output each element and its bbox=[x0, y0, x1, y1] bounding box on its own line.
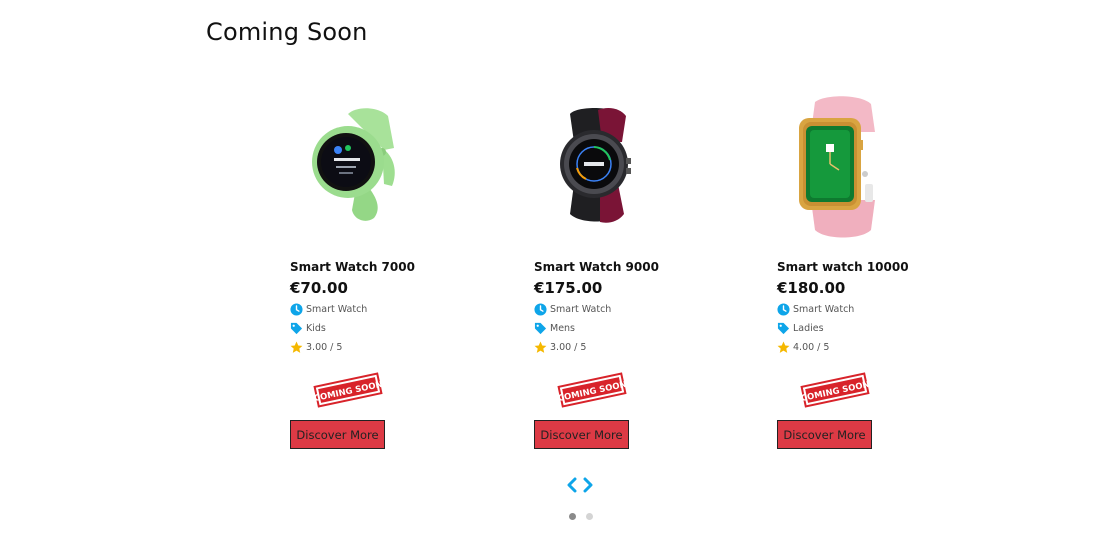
product-category: Smart Watch bbox=[550, 304, 612, 315]
clock-icon bbox=[290, 303, 303, 316]
product-tag[interactable]: Mens bbox=[550, 323, 575, 334]
product-rating: 3.00 / 5 bbox=[306, 342, 343, 353]
tag-icon bbox=[534, 322, 547, 335]
product-image-pink-smartwatch[interactable] bbox=[781, 92, 901, 242]
carousel-dot-2[interactable] bbox=[586, 513, 593, 520]
chevron-right-icon[interactable] bbox=[582, 477, 594, 493]
product-category: Smart Watch bbox=[793, 304, 855, 315]
product-card: Smart Watch 9000 €175.00 Smart Watch Men… bbox=[534, 92, 734, 449]
chevron-left-icon[interactable] bbox=[566, 477, 578, 493]
coming-soon-stamp: COMING SOON bbox=[313, 372, 384, 408]
product-category: Smart Watch bbox=[306, 304, 368, 315]
product-card: Smart Watch 7000 €70.00 Smart Watch Kids… bbox=[290, 92, 490, 449]
product-price: €70.00 bbox=[290, 279, 348, 297]
coming-soon-stamp: COMING SOON bbox=[800, 372, 871, 408]
clock-icon bbox=[777, 303, 790, 316]
star-icon bbox=[290, 341, 303, 353]
product-price: €180.00 bbox=[777, 279, 846, 297]
section-title: Coming Soon bbox=[206, 18, 368, 46]
product-card: Smart watch 10000 €180.00 Smart Watch La… bbox=[777, 92, 977, 449]
coming-soon-stamp: COMING SOON bbox=[557, 372, 628, 408]
product-price: €175.00 bbox=[534, 279, 603, 297]
product-rating-row: 4.00 / 5 bbox=[777, 339, 977, 356]
product-rating-row: 3.00 / 5 bbox=[290, 339, 490, 356]
product-image-black-smartwatch[interactable] bbox=[536, 92, 656, 242]
product-tag-row: Ladies bbox=[777, 320, 977, 337]
product-tag-row: Mens bbox=[534, 320, 734, 337]
carousel-dots bbox=[569, 513, 593, 520]
product-rating: 3.00 / 5 bbox=[550, 342, 587, 353]
product-tag[interactable]: Kids bbox=[306, 323, 326, 334]
product-tag-row: Kids bbox=[290, 320, 490, 337]
discover-more-button[interactable]: Discover More bbox=[534, 420, 629, 449]
discover-more-button[interactable]: Discover More bbox=[777, 420, 872, 449]
star-icon bbox=[534, 341, 547, 353]
product-category-row: Smart Watch bbox=[290, 301, 490, 318]
product-category-row: Smart Watch bbox=[777, 301, 977, 318]
discover-more-button[interactable]: Discover More bbox=[290, 420, 385, 449]
product-rating-row: 3.00 / 5 bbox=[534, 339, 734, 356]
carousel-nav bbox=[566, 477, 594, 493]
product-name[interactable]: Smart Watch 9000 bbox=[534, 260, 734, 274]
product-tag[interactable]: Ladies bbox=[793, 323, 824, 334]
star-icon bbox=[777, 341, 790, 353]
clock-icon bbox=[534, 303, 547, 316]
product-category-row: Smart Watch bbox=[534, 301, 734, 318]
product-rating: 4.00 / 5 bbox=[793, 342, 830, 353]
tag-icon bbox=[290, 322, 303, 335]
product-name[interactable]: Smart Watch 7000 bbox=[290, 260, 490, 274]
product-image-green-smartwatch[interactable] bbox=[296, 92, 416, 242]
product-name[interactable]: Smart watch 10000 bbox=[777, 260, 977, 274]
tag-icon bbox=[777, 322, 790, 335]
carousel-dot-1[interactable] bbox=[569, 513, 576, 520]
